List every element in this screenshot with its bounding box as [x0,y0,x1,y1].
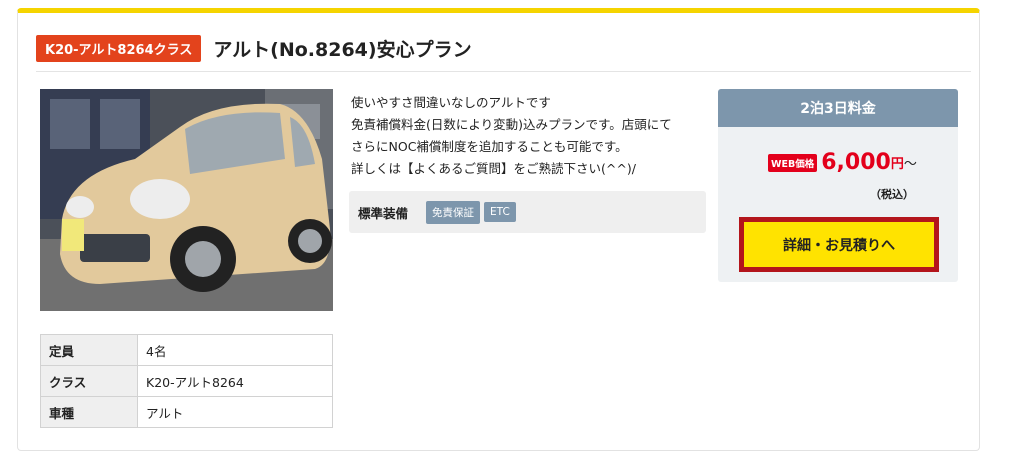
table-row: クラス K20-アルト8264 [40,365,333,397]
price-header: 2泊3日料金 [718,89,958,127]
equipment-label: 標準装備 [358,205,409,221]
spec-key: 車種 [40,396,138,428]
plan-title: アルト(No.8264)安心プラン [213,38,472,61]
plan-header: K20-アルト8264クラス アルト(No.8264)安心プラン [36,33,472,63]
price-suffix: 〜 [903,157,917,172]
spec-key: 定員 [40,334,138,366]
description-line: 免責補償料金(日数により変動)込みプランです。店頭にて [351,117,672,132]
spec-value: アルト [137,396,333,428]
tax-note: （税込） [870,188,914,201]
description-line: 詳しくは【よくあるご質問】をご熟読下さい(^^)/ [351,161,636,176]
price-unit: 円 [890,157,904,172]
price-value: 6,000 [821,150,891,175]
web-price-badge: WEB価格 [768,153,818,172]
spec-value: K20-アルト8264 [137,365,333,397]
equipment-tag: 免責保証 [426,200,481,224]
spec-key: クラス [40,365,138,397]
spec-table: 定員 4名 クラス K20-アルト8264 車種 アルト [40,334,333,428]
details-quote-button[interactable]: 詳細・お見積りへ [739,217,939,272]
table-row: 車種 アルト [40,396,333,428]
spec-value: 4名 [137,334,333,366]
description-line: さらにNOC補償制度を追加することも可能です。 [351,139,628,154]
car-photo [40,89,333,311]
equipment-tag: ETC [484,202,516,222]
price-amount: WEB価格 6,000 円 〜 [768,150,917,175]
plan-card: K20-アルト8264クラス アルト(No.8264)安心プラン 定員 4名 ク… [17,8,980,451]
price-box: 2泊3日料金 WEB価格 6,000 円 〜 （税込） 詳細・お見積りへ [718,89,958,282]
class-tag: K20-アルト8264クラス [36,34,202,62]
description-line: 使いやすさ間違いなしのアルトです [351,95,551,110]
table-row: 定員 4名 [40,334,333,366]
header-divider [36,71,971,72]
standard-equipment: 標準装備 免責保証 ETC [349,191,706,233]
plan-description: 使いやすさ間違いなしのアルトです 免責補償料金(日数により変動)込みプランです。… [351,92,711,180]
